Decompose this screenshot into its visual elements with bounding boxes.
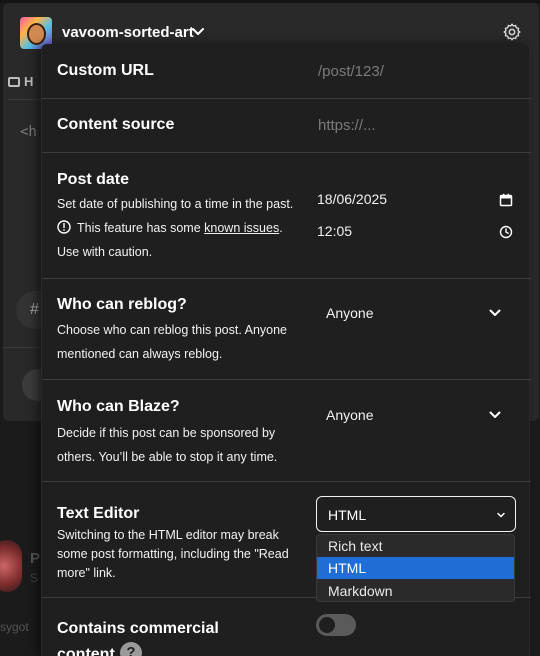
hash-icon: # bbox=[30, 301, 39, 318]
post-author-initial: P bbox=[30, 550, 41, 567]
content-source-input[interactable]: https://... bbox=[318, 117, 376, 134]
post-text-fragment: sygot bbox=[0, 620, 29, 634]
reblog-title: Who can reblog? bbox=[57, 296, 187, 313]
option-html[interactable]: HTML bbox=[317, 557, 514, 579]
post-date-desc-text: Set date of publishing to a time in the … bbox=[57, 197, 294, 211]
html-tab-icon bbox=[8, 76, 20, 87]
gear-icon[interactable] bbox=[502, 22, 522, 42]
post-avatar bbox=[0, 540, 22, 592]
date-input[interactable]: 18/06/2025 bbox=[317, 191, 387, 207]
content-source-section: Content source https://... bbox=[42, 99, 531, 153]
info-icon bbox=[57, 220, 71, 234]
option-markdown[interactable]: Markdown bbox=[317, 580, 514, 601]
chevron-down-icon bbox=[497, 512, 505, 518]
post-date-section: Post date Set date of publishing to a ti… bbox=[42, 153, 531, 279]
custom-url-section: Custom URL /post/123/ bbox=[42, 44, 531, 99]
blaze-section: Who can Blaze? Decide if this post can b… bbox=[42, 380, 531, 482]
option-rich-text[interactable]: Rich text bbox=[317, 535, 514, 557]
divider bbox=[3, 347, 43, 348]
editor-code-text[interactable]: <h bbox=[20, 124, 37, 140]
blog-name[interactable]: vavoom-sorted-art bbox=[62, 24, 194, 41]
text-editor-desc: Switching to the HTML editor may break s… bbox=[57, 528, 289, 580]
chevron-down-icon[interactable] bbox=[487, 305, 503, 321]
avatar-face bbox=[27, 23, 46, 45]
text-editor-title: Text Editor bbox=[57, 505, 140, 522]
chevron-down-icon[interactable] bbox=[190, 24, 206, 40]
blaze-title: Who can Blaze? bbox=[57, 398, 180, 415]
reblog-desc: Choose who can reblog this post. Anyone … bbox=[57, 323, 288, 361]
time-input[interactable]: 12:05 bbox=[317, 223, 352, 239]
commercial-toggle[interactable] bbox=[316, 614, 356, 636]
post-date-title: Post date bbox=[57, 171, 130, 188]
clock-icon[interactable] bbox=[499, 225, 513, 239]
post-settings-panel: Custom URL /post/123/ Content source htt… bbox=[41, 44, 531, 656]
post-date-desc: Set date of publishing to a time in the … bbox=[57, 192, 307, 264]
text-editor-selected: HTML bbox=[328, 507, 367, 523]
reblog-select[interactable]: Anyone bbox=[326, 305, 373, 321]
known-issues-link[interactable]: known issues bbox=[204, 221, 279, 235]
post-author-sub: S bbox=[30, 571, 39, 585]
text-editor-dropdown: Rich text HTML Markdown bbox=[316, 534, 515, 602]
chevron-down-icon[interactable] bbox=[487, 407, 503, 423]
text-editor-select[interactable]: HTML bbox=[316, 496, 516, 532]
editor-tab-label: H bbox=[24, 74, 34, 89]
reblog-section: Who can reblog? Choose who can reblog th… bbox=[42, 279, 531, 380]
commercial-title: Contains commercial content bbox=[57, 620, 219, 656]
calendar-icon[interactable] bbox=[499, 193, 513, 207]
custom-url-input[interactable]: /post/123/ bbox=[318, 63, 384, 80]
toggle-knob bbox=[319, 617, 335, 633]
custom-url-title: Custom URL bbox=[57, 62, 154, 79]
blaze-select[interactable]: Anyone bbox=[326, 407, 373, 423]
warning-prefix: This feature has some bbox=[77, 221, 205, 235]
content-source-title: Content source bbox=[57, 116, 175, 133]
blaze-desc: Decide if this post can be sponsored by … bbox=[57, 426, 278, 464]
